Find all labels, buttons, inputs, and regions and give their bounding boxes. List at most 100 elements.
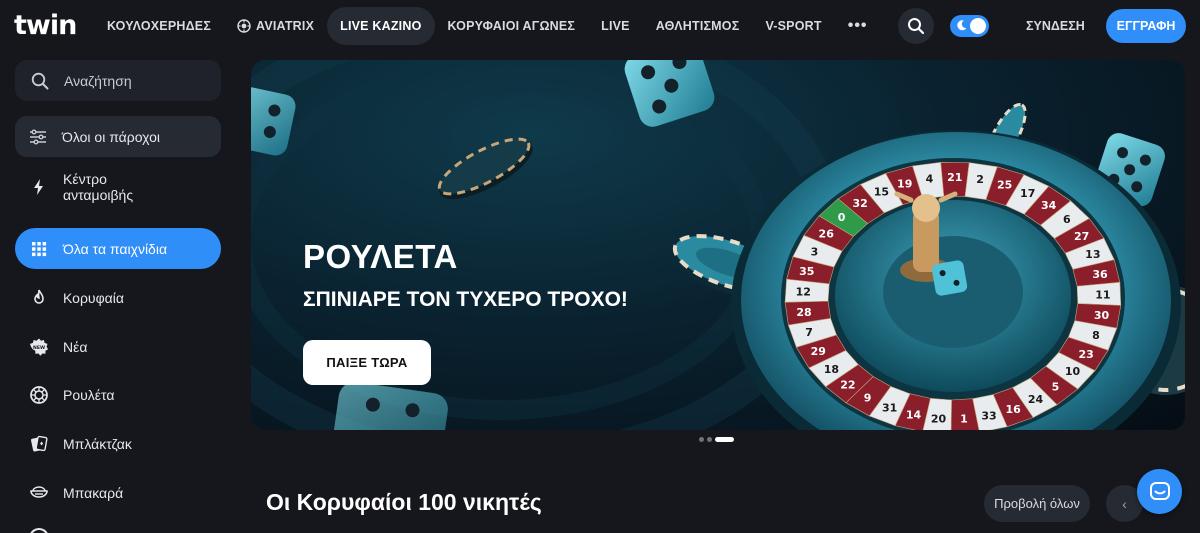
wheel-number: 21 (947, 171, 962, 184)
wheel-number: 10 (1065, 365, 1081, 378)
sidebar-item-top[interactable]: Κορυφαία (15, 277, 221, 318)
wheel-number: 12 (796, 285, 811, 298)
sidebar-item-reward-center[interactable]: Κέντρο ανταμοιβής (15, 166, 221, 208)
wheel-number: 5 (1052, 380, 1060, 393)
providers-filter[interactable]: Όλοι οι πάροχοι (15, 116, 221, 157)
new-badge-icon: NEW (30, 338, 49, 356)
nav-item-label: AVIATRIX (256, 19, 315, 33)
pagination-dot[interactable] (699, 437, 704, 442)
view-all-button[interactable]: Προβολή όλων (984, 485, 1090, 522)
wheel-number: 28 (796, 306, 811, 319)
login-button[interactable]: ΣΥΝΔΕΣΗ (1016, 10, 1095, 42)
wheel-number: 26 (819, 227, 835, 240)
banner-title: ΡΟΥΛΕΤΑ (303, 238, 458, 275)
sidebar-item-roulette[interactable]: Ρουλέτα (15, 374, 221, 415)
wheel-number: 23 (1078, 348, 1093, 361)
providers-label: Όλοι οι πάροχοι (62, 128, 160, 145)
more-dots-icon: ••• (847, 17, 868, 34)
wheel-number: 6 (1063, 213, 1071, 226)
wheel-number: 36 (1092, 268, 1108, 281)
wheel-number: 7 (805, 326, 813, 339)
wheel-number: 14 (906, 409, 922, 422)
wheel-number: 32 (853, 197, 868, 210)
wheel-number: 8 (1092, 329, 1100, 342)
wheel-number: 2 (976, 173, 984, 186)
sliders-icon (30, 129, 46, 144)
top-header: twin ΚΟΥΛΟΧΕΡΗΔΕΣ AVIATRIX LIVE ΚΑΖΙΝΟ Κ… (0, 0, 1200, 52)
pagination-dot[interactable] (707, 437, 712, 442)
svg-text:NEW: NEW (33, 345, 45, 351)
toggle-knob (970, 18, 986, 34)
search-icon (31, 72, 49, 89)
nav-item-label: ΚΟΡΥΦΑΙΟΙ ΑΓΩΝΕΣ (447, 19, 576, 33)
brand-logo[interactable]: twin (14, 12, 77, 40)
baccarat-icon (30, 485, 48, 498)
nav-item-label: ΚΟΥΛΟΧΕΡΗΔΕΣ (107, 19, 212, 33)
wheel-number: 33 (981, 409, 996, 422)
wheel-number: 0 (838, 211, 846, 224)
wheel-number: 18 (824, 363, 839, 376)
pagination-dot-active[interactable] (715, 437, 734, 442)
nav-item-label: ΑΘΛΗΤΙΣΜΟΣ (655, 19, 740, 33)
theme-toggle[interactable] (950, 15, 989, 37)
wheel-number: 20 (931, 412, 947, 425)
cards-icon (31, 435, 48, 452)
wheel-number: 3 (811, 246, 819, 259)
wheel-number: 13 (1085, 248, 1100, 261)
signup-button[interactable]: ΕΓΓΡΑΦΗ (1106, 9, 1186, 43)
wheel-number: 1 (960, 413, 968, 426)
nav-item-v-sport[interactable]: V-SPORT (752, 7, 834, 45)
aviatrix-chip-icon (237, 19, 251, 33)
wheel-number: 30 (1094, 309, 1110, 322)
wheel-number: 19 (897, 177, 912, 190)
nav-item-live[interactable]: LIVE (588, 7, 643, 45)
bolt-icon (34, 179, 43, 195)
sidebar: Αναζήτηση Όλοι οι πάροχοι Κέντρο ανταμοι… (0, 52, 236, 533)
sidebar-item-label: Νέα (63, 338, 88, 355)
nav-item-aviatrix[interactable]: AVIATRIX (224, 7, 327, 45)
sidebar-next-item-icon (29, 528, 49, 533)
chat-icon (1149, 481, 1170, 500)
roulette-icon (30, 385, 48, 404)
wheel-number: 24 (1028, 393, 1044, 406)
nav-item-label: LIVE ΚΑΖΙΝΟ (340, 19, 422, 33)
main-nav: ΚΟΥΛΟΧΕΡΗΔΕΣ AVIATRIX LIVE ΚΑΖΙΝΟ ΚΟΡΥΦΑ… (94, 7, 881, 45)
flame-icon (34, 289, 44, 304)
nav-item-top-matches[interactable]: ΚΟΡΥΦΑΙΟΙ ΑΓΩΝΕΣ (435, 7, 589, 45)
wheel-number: 25 (997, 178, 1012, 191)
nav-item-sports[interactable]: ΑΘΛΗΤΙΣΜΟΣ (643, 7, 753, 45)
banner-subtitle: ΣΠΙΝΙΑΡΕ ΤΟΝ ΤΥΧΕΡΟ ΤΡΟΧΟ! (303, 288, 628, 311)
nav-item-label: V-SPORT (765, 19, 822, 33)
sidebar-item-all-games[interactable]: Όλα τα παιχνίδια (15, 228, 221, 269)
wheel-number: 22 (840, 378, 855, 391)
sidebar-item-baccarat[interactable]: Μπακαρά (15, 472, 221, 513)
sidebar-item-label: Κέντρο ανταμοιβής (63, 171, 134, 203)
header-search-button[interactable] (898, 8, 934, 44)
chevron-left-icon: ‹ (1122, 495, 1127, 512)
support-chat-button[interactable] (1137, 469, 1182, 514)
sidebar-item-blackjack[interactable]: Μπλάκτζακ (15, 423, 221, 464)
search-icon (908, 18, 925, 35)
sidebar-item-new[interactable]: NEW Νέα (15, 326, 221, 367)
nav-item-label: LIVE (601, 19, 630, 33)
more-menu-button[interactable]: ••• (835, 7, 881, 45)
sidebar-search[interactable]: Αναζήτηση (15, 60, 221, 101)
wheel-number: 34 (1041, 199, 1057, 212)
wheel-number: 15 (874, 186, 889, 199)
play-now-button[interactable]: ΠΑΙΞΕ ΤΩΡΑ (303, 340, 431, 385)
wheel-number: 4 (926, 173, 934, 186)
wheel-number: 29 (811, 345, 826, 358)
top-winners-title: Οι Κορυφαίοι 100 νικητές (266, 489, 542, 515)
nav-item-live-casino[interactable]: LIVE ΚΑΖΙΝΟ (327, 7, 435, 45)
promo-banner[interactable]: 22 18 29 7 28 12 35 3 26 0 32 15 19 4 21 2 25 17 34 6 27 13 36… (251, 60, 1185, 430)
moon-icon (957, 20, 967, 31)
wheel-number: 35 (799, 265, 814, 278)
banner-pagination (699, 437, 734, 442)
wheel-number: 27 (1074, 230, 1089, 243)
wheel-number: 9 (864, 391, 872, 404)
wheel-number: 31 (882, 402, 897, 415)
wheel-number: 16 (1005, 403, 1021, 416)
nav-item-slots[interactable]: ΚΟΥΛΟΧΕΡΗΔΕΣ (94, 7, 224, 45)
wheel-number: 17 (1020, 187, 1035, 200)
grid-icon (32, 241, 47, 256)
